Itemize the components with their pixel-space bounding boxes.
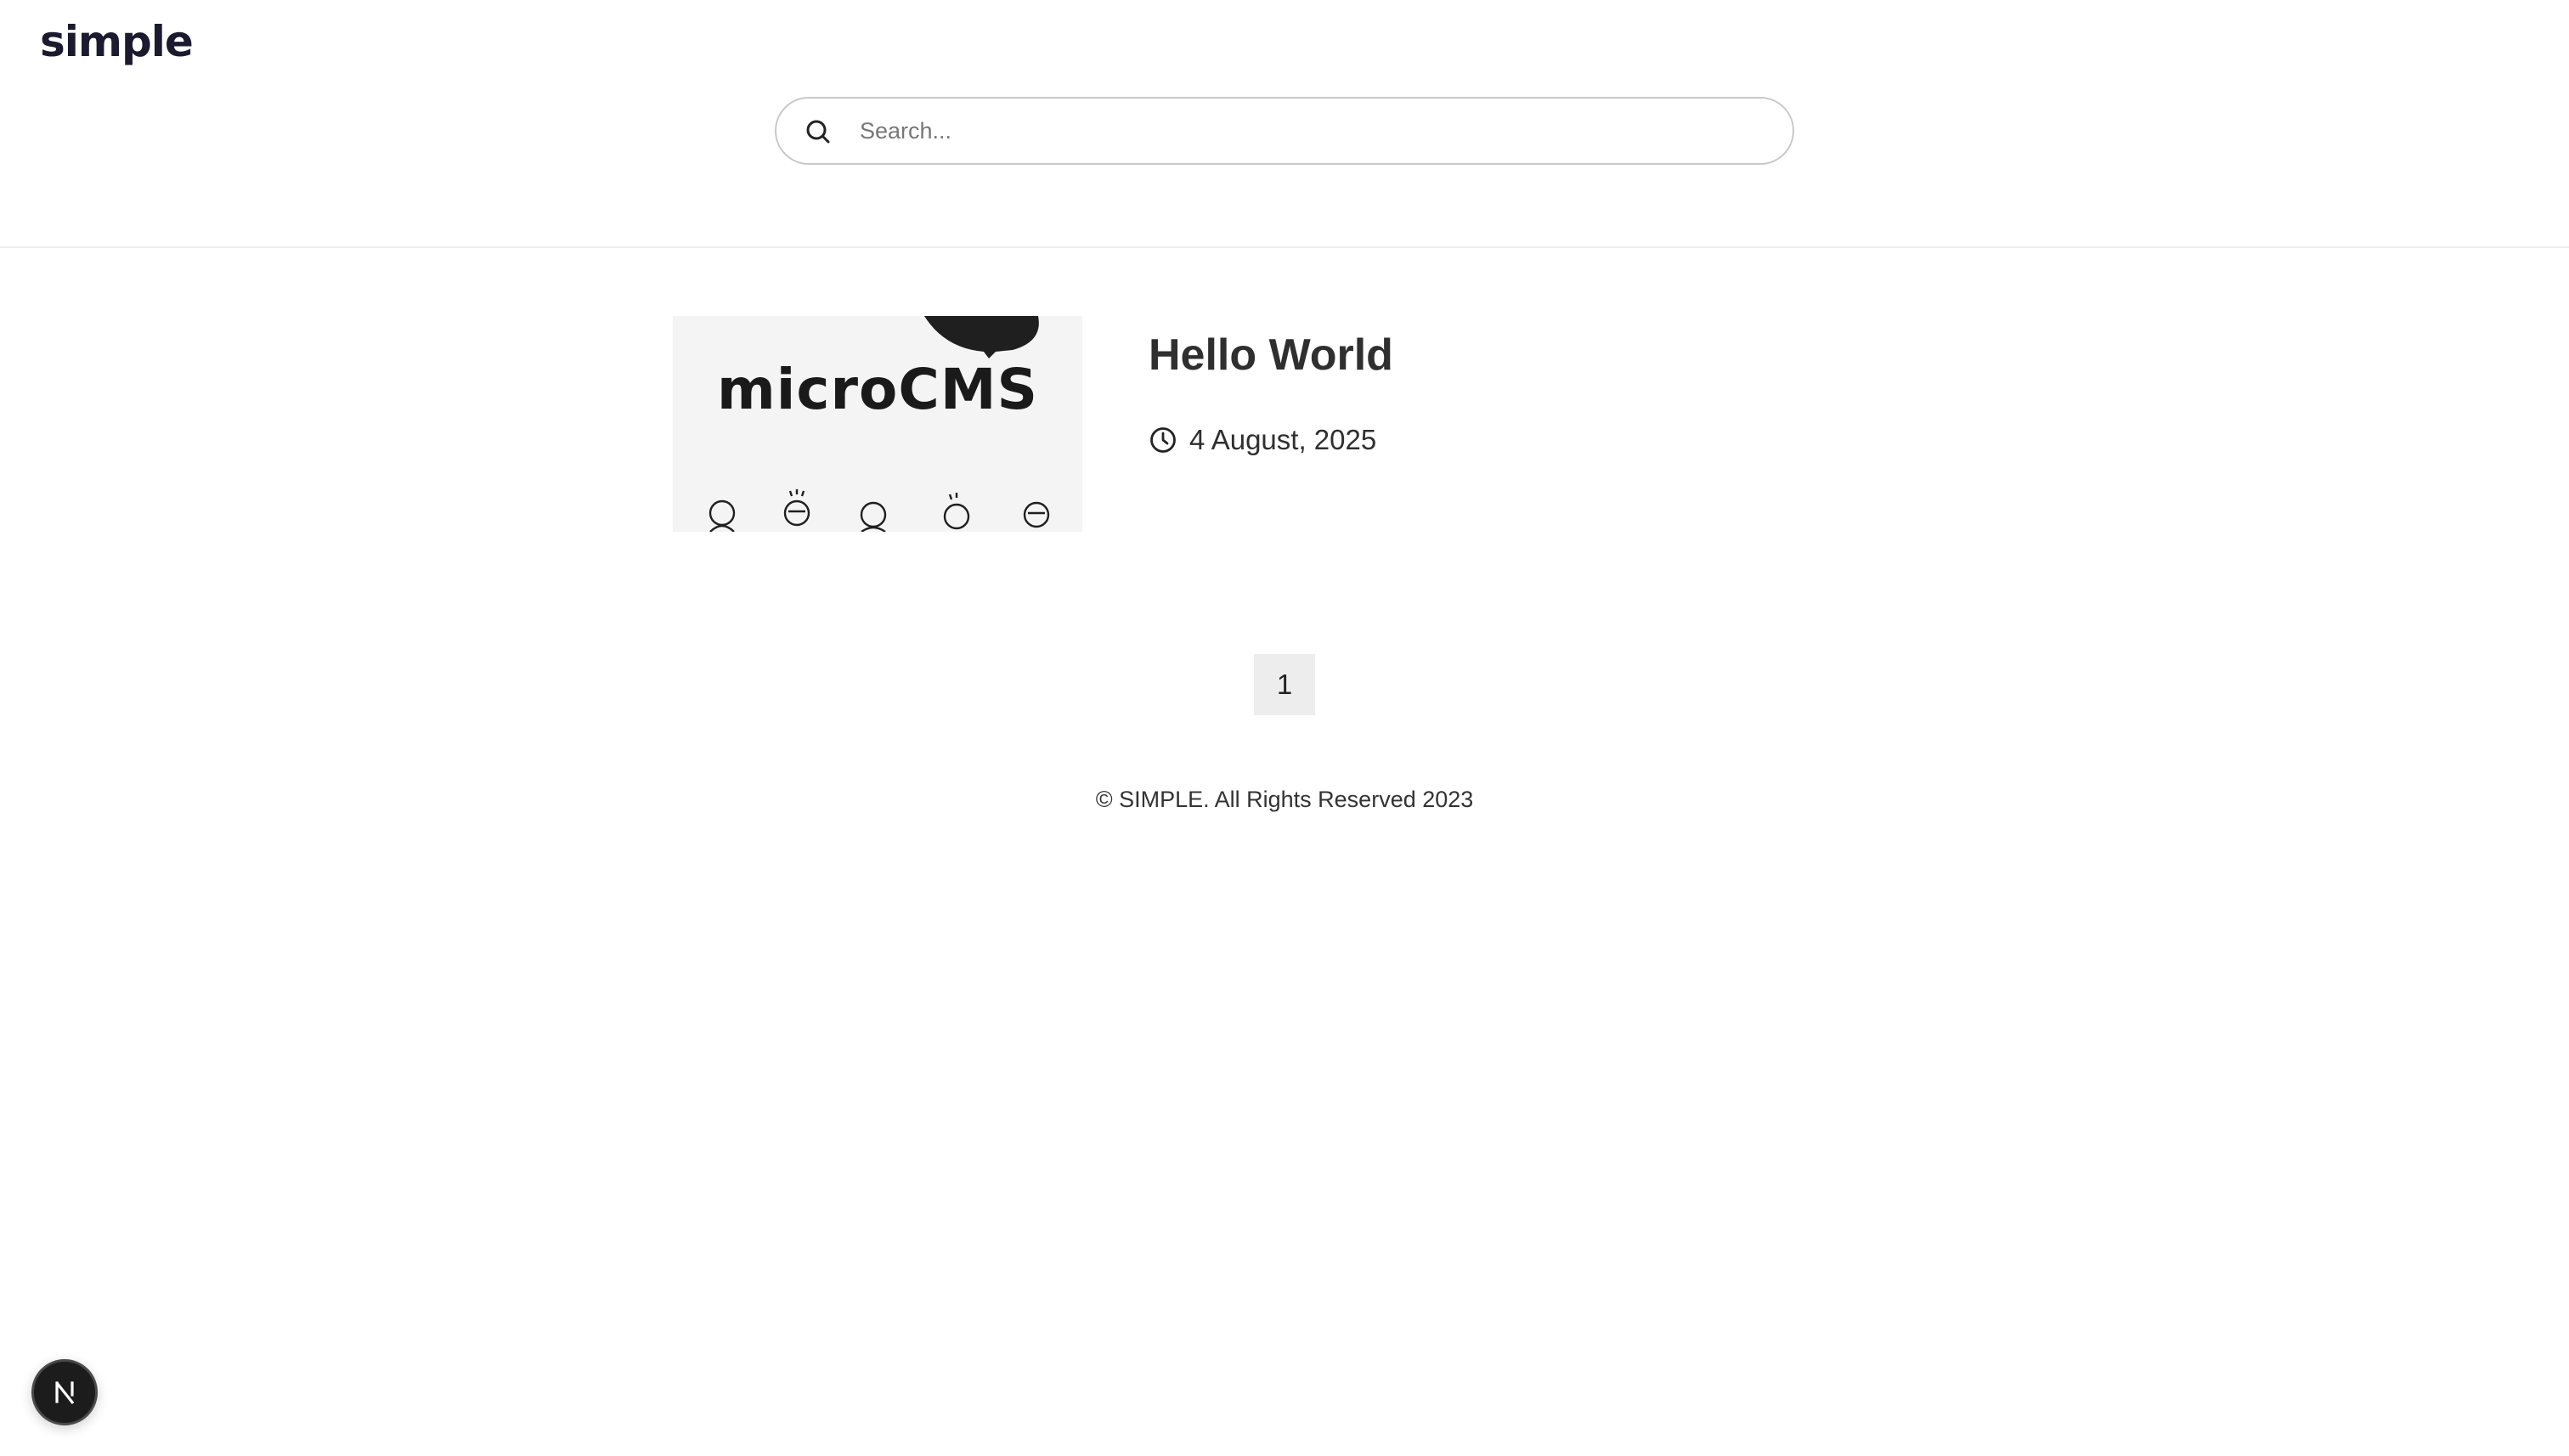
article-date: 4 August, 2025 — [1149, 423, 1376, 457]
article-card[interactable]: microCMS Hello World 4 August, 2025 — [673, 316, 1896, 532]
thumbnail-illustration — [709, 316, 1050, 532]
site-header: simple — [0, 0, 2569, 248]
site-logo[interactable]: simple — [40, 17, 194, 66]
page-button-1[interactable]: 1 — [1254, 654, 1315, 715]
search-icon — [806, 120, 830, 144]
thumbnail-text: microCMS — [716, 357, 1039, 422]
article-date-text: 4 August, 2025 — [1189, 424, 1377, 455]
site-footer: © SIMPLE. All Rights Reserved 2023 — [0, 787, 2569, 813]
copyright-text: © SIMPLE. All Rights Reserved 2023 — [1095, 787, 1474, 812]
article-thumbnail[interactable]: microCMS — [673, 316, 1082, 532]
nextjs-dev-badge[interactable] — [31, 1359, 98, 1425]
article-title[interactable]: Hello World — [1149, 330, 1393, 381]
pagination: 1 — [1254, 654, 1315, 715]
clock-icon — [1150, 427, 1176, 453]
search-input[interactable] — [858, 105, 1759, 156]
nextjs-icon — [55, 1381, 75, 1404]
search-bar[interactable] — [775, 97, 1794, 165]
